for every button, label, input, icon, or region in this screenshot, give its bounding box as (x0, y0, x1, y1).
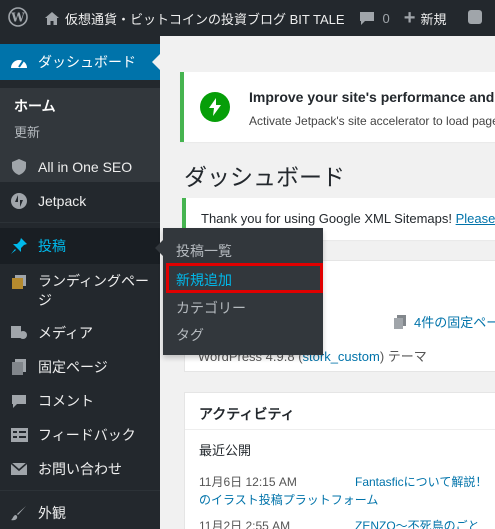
pages-stack-icon (0, 272, 38, 289)
site-title: 仮想通貨・ビットコインの投資ブログ BIT TALE (65, 11, 345, 27)
media-icon (0, 326, 38, 340)
activity-row-link[interactable]: Fantasficについて解説！ (355, 473, 487, 490)
sidebar-item-comments[interactable]: コメント (0, 384, 160, 418)
sitemap-notice-text: Thank you for using Google XML Sitemaps!… (201, 211, 495, 226)
new-label: 新規 (420, 11, 447, 27)
menu-separator (0, 222, 160, 223)
home-icon (45, 11, 59, 25)
theme-suffix: ) テーマ (379, 349, 427, 364)
jetpack-bolt-icon (0, 193, 38, 209)
sidebar-item-pages[interactable]: 固定ページ (0, 350, 160, 384)
sidebar-item-label: コメント (38, 393, 94, 409)
plus-icon: + (403, 7, 416, 29)
overflow-icon-item[interactable] (453, 0, 490, 36)
sitemap-message: Thank you for using Google XML Sitemaps! (201, 211, 452, 226)
sidebar-item-label: フィードバック (38, 427, 136, 443)
sitemap-please-link[interactable]: Please (456, 211, 495, 226)
sidebar-item-jetpack[interactable]: Jetpack (0, 184, 160, 218)
activity-row-link[interactable]: ZENZO～不死鳥のごと (355, 517, 480, 529)
notice-subtitle: Activate Jetpack's site accelerator to l… (249, 114, 495, 128)
page-title: ダッシュボード (184, 164, 345, 190)
sidebar-item-label: 投稿 (38, 238, 66, 254)
comments-count: 0 (382, 10, 390, 26)
current-indicator (152, 54, 160, 70)
activity-row-date: 11月6日 12:15 AM (199, 475, 297, 489)
glance-pages-link[interactable]: 4件の固定ペー (394, 312, 495, 331)
svg-text:W: W (10, 10, 25, 24)
wordpress-logo-icon: W (8, 6, 28, 30)
activity-subtitle: 最近公開 (199, 443, 252, 458)
admin-bar: W 仮想通貨・ビットコインの投資ブログ BIT TALE 0 + 新規 (0, 0, 495, 36)
sidebar-item-feedback[interactable]: フィードバック (0, 418, 160, 452)
comment-icon (0, 394, 38, 409)
sidebar-item-posts[interactable]: 投稿 (0, 228, 160, 264)
mail-icon (0, 463, 38, 475)
feedback-icon (0, 428, 38, 442)
submenu-home[interactable]: ホーム (14, 96, 56, 116)
glance-pages-label: 4件の固定ペー (414, 315, 495, 330)
pushpin-icon (0, 238, 38, 254)
notice-title: Improve your site's performance and sp (249, 89, 495, 105)
flyout-tags[interactable]: タグ (176, 325, 204, 345)
sidebar-item-label: 外観 (38, 505, 66, 521)
admin-sidebar: ダッシュボード ホーム 更新 All in One SEO Jetpack 投稿 (0, 36, 160, 529)
sidebar-item-contact[interactable]: お問い合わせ (0, 452, 160, 486)
page-icon (0, 359, 38, 375)
submenu-updates[interactable]: 更新 (14, 122, 40, 141)
comment-bubble-icon (359, 11, 375, 26)
sidebar-item-label: 固定ページ (38, 359, 108, 375)
activity-divider (185, 429, 495, 430)
sidebar-item-landing-pages[interactable]: ランディングページ (0, 268, 160, 312)
sidebar-item-label: Jetpack (38, 193, 87, 209)
sidebar-item-label: メディア (38, 325, 94, 341)
activity-widget: アクティビティ 最近公開 11月6日 12:15 AM Fantasficについ… (184, 392, 495, 529)
activity-row-link-continued[interactable]: のイラスト投稿プラットフォーム (199, 491, 378, 508)
activity-title: アクティビティ (199, 406, 295, 422)
activity-row-date: 11月2日 2:55 AM (199, 519, 291, 529)
menu-separator (0, 490, 160, 491)
paintbrush-icon (0, 505, 38, 521)
dashboard-gauge-icon (0, 55, 38, 69)
site-name-link[interactable]: 仮想通貨・ビットコインの投資ブログ BIT TALE (38, 0, 352, 36)
flyout-pointer (155, 240, 163, 256)
shield-icon (0, 159, 38, 175)
sidebar-item-all-in-one-seo[interactable]: All in One SEO (0, 150, 160, 184)
plugin-badge-icon (467, 9, 483, 28)
sidebar-item-label: ダッシュボード (38, 54, 136, 70)
jetpack-bolt-icon (200, 92, 230, 122)
sidebar-item-label: All in One SEO (38, 159, 133, 175)
page-icon (394, 314, 406, 329)
jetpack-notice: Improve your site's performance and sp A… (180, 72, 495, 142)
comments-link[interactable]: 0 (352, 0, 397, 36)
sidebar-item-dashboard[interactable]: ダッシュボード (0, 44, 160, 80)
wordpress-logo-button[interactable]: W (0, 0, 38, 36)
flyout-all-posts[interactable]: 投稿一覧 (176, 241, 232, 261)
sidebar-item-media[interactable]: メディア (0, 316, 160, 350)
new-content-link[interactable]: + 新規 (397, 0, 454, 36)
sidebar-item-label: ランディングページ (38, 273, 150, 308)
add-new-highlight-box (166, 263, 323, 293)
sidebar-item-label: お問い合わせ (38, 461, 122, 477)
sidebar-item-appearance[interactable]: 外観 (0, 496, 160, 529)
flyout-categories[interactable]: カテゴリー (176, 298, 246, 318)
